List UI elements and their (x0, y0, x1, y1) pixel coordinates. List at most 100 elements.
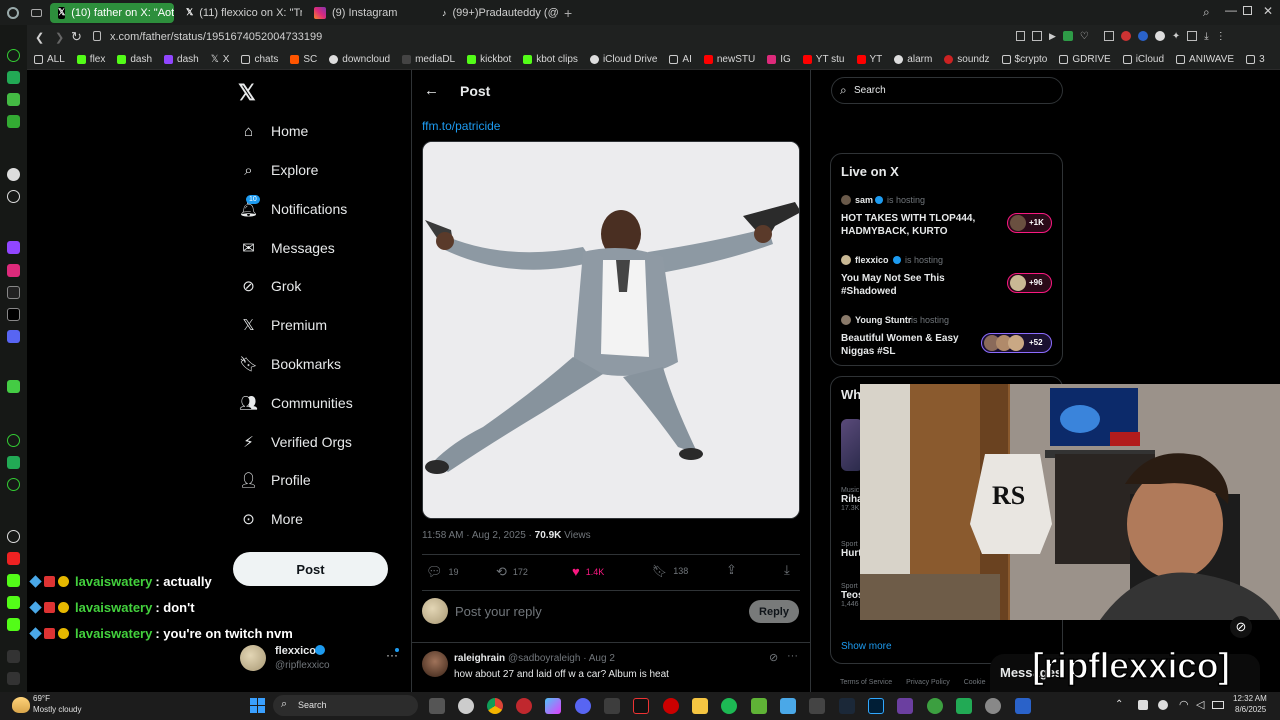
browser-menu-icon[interactable] (7, 6, 19, 19)
bookmark-item[interactable]: ANIWAVE (1176, 54, 1234, 65)
tiktok-icon[interactable] (7, 286, 20, 299)
bookmark-item[interactable]: chats (241, 54, 278, 65)
bookmark-item[interactable]: kbot clips (523, 54, 578, 65)
chrome-icon[interactable] (487, 698, 503, 714)
tray-chevron-icon[interactable]: ⌃ (1115, 699, 1123, 710)
weather-icon[interactable] (12, 697, 30, 713)
like-action[interactable]: ♥ 1.4K (572, 564, 604, 579)
soundcloud-icon[interactable] (7, 380, 20, 393)
nav-verified-orgs[interactable]: ⚡︎ Verified Orgs (240, 427, 352, 457)
download-icon[interactable]: ⤓ (1204, 31, 1208, 42)
reply-input[interactable]: Post your reply (455, 604, 542, 619)
bookmark-item[interactable]: AI (669, 54, 692, 65)
puzzle-icon[interactable]: ✦ (1172, 31, 1180, 42)
app-green-icon[interactable] (751, 698, 767, 714)
twitch-icon[interactable] (7, 241, 20, 254)
task-view-icon[interactable] (429, 698, 445, 714)
bookmark-item[interactable]: IG (767, 54, 791, 65)
bookmark-action[interactable]: 🔖︎ 138 (652, 564, 688, 578)
bookmark-item[interactable]: YT stu (802, 54, 845, 65)
grok-icon[interactable]: ⊘ (769, 651, 778, 664)
bookmark-item[interactable]: iCloud (1122, 54, 1164, 65)
live-space-item[interactable]: flexxico is hosting You May Not See This… (831, 252, 1062, 302)
search-input[interactable]: Search (854, 85, 886, 96)
kick-icon[interactable] (7, 574, 20, 587)
kick-icon[interactable] (7, 618, 20, 631)
refresh-icon[interactable] (7, 49, 20, 62)
spotify-icon[interactable] (721, 698, 737, 714)
reply-tweet[interactable]: raleighrain @sadboyraleigh · Aug 2 ⊘ ···… (412, 643, 810, 692)
account-switcher[interactable]: flexxico @ripflexxico ··· (240, 642, 405, 676)
nav-grok[interactable]: ⊘ Grok (240, 271, 301, 301)
discord-icon[interactable] (7, 330, 20, 343)
photoshop-icon[interactable] (868, 698, 884, 714)
tray-icon[interactable] (1158, 700, 1168, 710)
nav-home[interactable]: ⌂ Home (240, 116, 308, 146)
bookmark-star-icon[interactable] (1016, 31, 1025, 41)
openai-icon[interactable] (7, 190, 20, 203)
bookmark-item[interactable]: kickbot (467, 54, 511, 65)
bookmark-item[interactable]: alarm (894, 54, 932, 65)
reload-icon[interactable]: ↻ (71, 29, 82, 45)
volume-icon[interactable]: ◁ (1196, 698, 1204, 711)
photos-icon[interactable] (780, 698, 796, 714)
bookmark-item[interactable]: YT (856, 54, 882, 65)
opera-icon[interactable] (663, 698, 679, 714)
tab-instagram[interactable]: (9) Instagram (306, 3, 430, 23)
mail-icon[interactable] (7, 115, 20, 128)
app-green2-icon[interactable] (927, 698, 943, 714)
search-box[interactable]: ⌕ Search (831, 77, 1063, 104)
settings-icon[interactable] (985, 698, 1001, 714)
wifi-icon[interactable]: ◠ (1179, 698, 1189, 711)
bookmark-item[interactable]: dash (164, 54, 199, 65)
live-space-item[interactable]: Young Stuntr is hosting Beautiful Women … (831, 312, 1062, 362)
shield-icon[interactable] (1062, 31, 1073, 41)
download-icon[interactable]: ⤓ (784, 562, 790, 578)
screenshot-icon[interactable] (1032, 31, 1042, 41)
post-link[interactable]: ffm.to/patricide (422, 119, 500, 133)
taskbar-search[interactable]: ⌕ Search (273, 695, 418, 716)
bookmark-item[interactable]: flex (76, 54, 105, 65)
gx-icon[interactable] (7, 650, 20, 663)
x-logo-icon[interactable]: 𝕏 (238, 80, 256, 106)
bookmark-item[interactable]: soundz (944, 54, 990, 65)
reply-action[interactable]: 💬︎ 19 (426, 564, 459, 580)
bookmark-item[interactable]: ALL (34, 54, 65, 65)
clock-time[interactable]: 12:32 AM (1233, 694, 1267, 703)
extension-s-icon[interactable] (1154, 31, 1165, 41)
reply-author-name[interactable]: raleighrain (454, 653, 505, 664)
site-info-icon[interactable] (93, 31, 101, 41)
search-tabs-icon[interactable]: ⌕ (1203, 5, 1210, 20)
more-icon[interactable]: ··· (787, 650, 798, 662)
maximize-icon[interactable] (1243, 6, 1252, 15)
post-timestamp[interactable]: 11:58 AM · Aug 2, 2025 · (422, 530, 535, 541)
post-button[interactable]: Post (233, 552, 388, 586)
nav-explore[interactable]: ⌕ Explore (240, 155, 318, 185)
new-tab-icon[interactable]: + (564, 5, 572, 21)
grok-icon[interactable]: ⊘ (1230, 616, 1252, 638)
bookmark-item[interactable]: 𝕏X (211, 54, 230, 65)
discord-icon[interactable] (575, 698, 591, 714)
bookmark-item[interactable]: newSTU (703, 54, 755, 65)
tray-icon[interactable] (1138, 700, 1148, 710)
steam-icon[interactable] (839, 698, 855, 714)
nav-premium[interactable]: 𝕏 Premium (240, 310, 327, 340)
nav-more[interactable]: ⊙ More (240, 504, 303, 534)
instagram-icon[interactable] (7, 264, 20, 277)
post-image[interactable] (422, 141, 800, 519)
minimize-icon[interactable]: — (1225, 3, 1237, 17)
windows-start-icon[interactable] (250, 698, 265, 713)
puzzle-icon[interactable] (7, 456, 20, 469)
bookmark-item[interactable]: dash (117, 54, 152, 65)
forward-icon[interactable]: ❯ (55, 31, 64, 44)
nav-bookmarks[interactable]: 🔖︎ Bookmarks (239, 349, 341, 379)
globe-icon[interactable] (1137, 31, 1148, 41)
live-space-item[interactable]: sam is hosting HOT TAKES WITH TLOP444, H… (831, 192, 1062, 242)
bookmark-item[interactable]: $crypto (1001, 54, 1047, 65)
bookmark-item[interactable]: mediaDL (402, 54, 455, 65)
github-icon[interactable] (458, 698, 474, 714)
youtube-icon[interactable] (7, 552, 20, 565)
more-icon[interactable] (7, 672, 20, 685)
file-explorer-icon[interactable] (692, 698, 708, 714)
bookmark-item[interactable]: downcloud (329, 54, 390, 65)
